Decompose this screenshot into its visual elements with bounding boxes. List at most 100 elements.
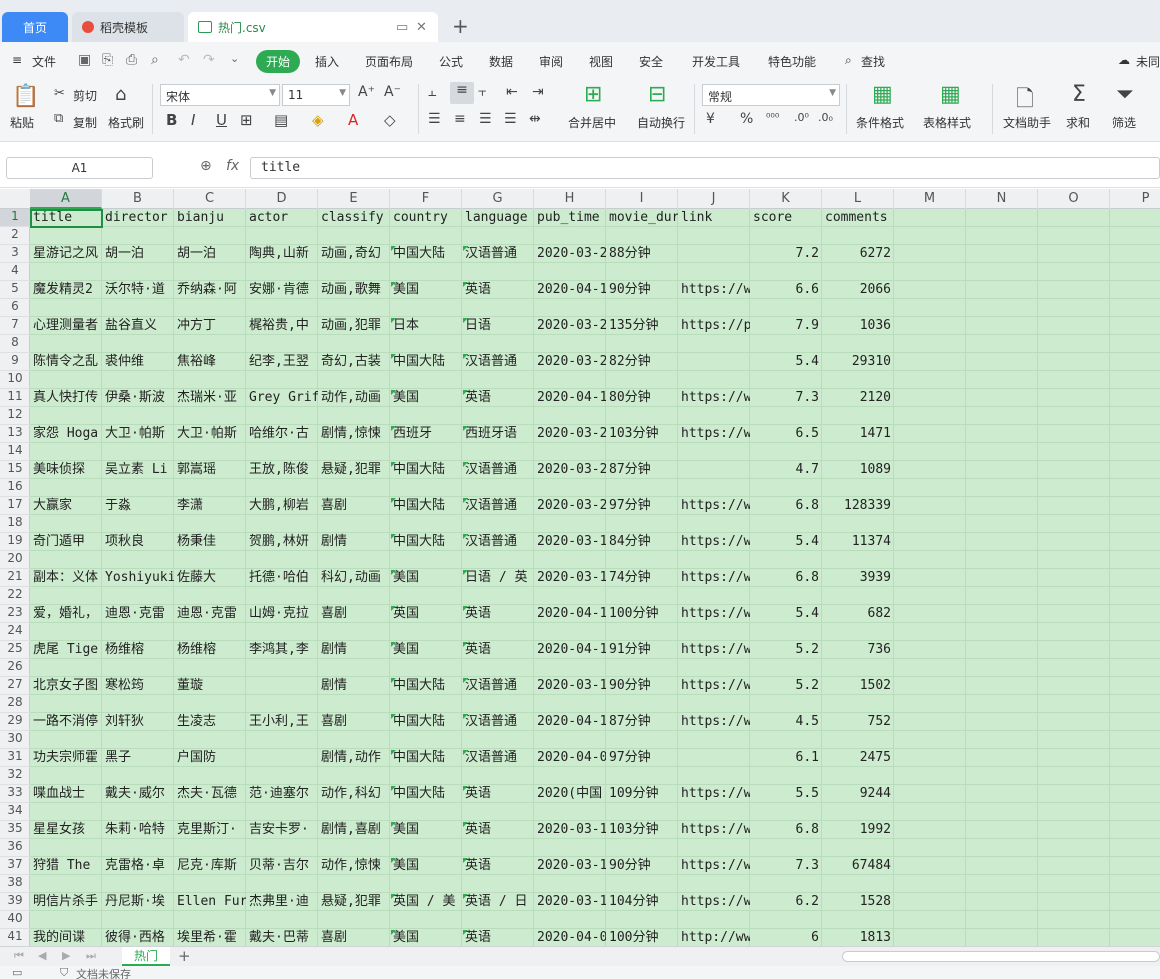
table-cell[interactable]: 迪恩·克雷	[174, 605, 246, 623]
table-cell[interactable]: 戴夫·巴蒂	[246, 929, 318, 946]
table-cell[interactable]: 2020-04-1	[534, 605, 606, 623]
zoom-search-icon[interactable]: ⊕	[200, 158, 212, 174]
table-cell[interactable]: 6.1	[750, 749, 822, 767]
table-cell[interactable]: 英语	[462, 389, 534, 407]
table-cell[interactable]: 中国大陆	[390, 713, 462, 731]
table-cell[interactable]: 2020-03-2	[534, 245, 606, 263]
font-color-icon[interactable]: A	[348, 111, 358, 129]
table-cell[interactable]: https://w	[678, 893, 750, 911]
horizontal-scrollbar[interactable]	[842, 951, 1160, 962]
merge-center-button[interactable]: 合并居中	[568, 114, 616, 131]
table-cell[interactable]: 杨维榕	[174, 641, 246, 659]
table-cell[interactable]: 2020-03-1	[534, 677, 606, 695]
table-cell[interactable]: 杰弗里·迪	[246, 893, 318, 911]
table-cell[interactable]: 中国大陆	[390, 785, 462, 803]
table-cell[interactable]: 英国	[390, 605, 462, 623]
row-header[interactable]: 40	[0, 911, 30, 929]
table-cell[interactable]: 2120	[822, 389, 894, 407]
table-cell[interactable]: 动画,奇幻	[318, 245, 390, 263]
format-painter-button[interactable]: 格式刷	[108, 114, 144, 131]
table-cell[interactable]: 星星女孩	[30, 821, 102, 839]
table-cell[interactable]: 吴立素 Li	[102, 461, 174, 479]
table-cell[interactable]: 5.4	[750, 353, 822, 371]
row-header[interactable]: 27	[0, 677, 30, 695]
font-name-select[interactable]: 宋体 ▼	[160, 84, 280, 106]
table-cell[interactable]: 杰瑞米·亚	[174, 389, 246, 407]
table-cell[interactable]: 1471	[822, 425, 894, 443]
table-cell[interactable]: 1502	[822, 677, 894, 695]
table-cell[interactable]: 英语	[462, 605, 534, 623]
row-header[interactable]: 3	[0, 245, 30, 263]
table-cell[interactable]: 6.8	[750, 497, 822, 515]
formula-input[interactable]: title	[250, 157, 1160, 179]
table-cell[interactable]: 李鸿其,李	[246, 641, 318, 659]
quick-access-dropdown-icon[interactable]: ⌄	[230, 52, 239, 65]
table-cell[interactable]: 2066	[822, 281, 894, 299]
table-cell[interactable]: 哈维尔·古	[246, 425, 318, 443]
redo-icon[interactable]: ↷	[203, 52, 215, 68]
distribute-icon[interactable]: ⇹	[529, 111, 541, 127]
table-cell[interactable]: 日语 / 英	[462, 569, 534, 587]
table-cell[interactable]: 王小利,王	[246, 713, 318, 731]
table-cell[interactable]: 6.5	[750, 425, 822, 443]
row-header[interactable]: 11	[0, 389, 30, 407]
row-header[interactable]: 38	[0, 875, 30, 893]
table-cell[interactable]: 克雷格·卓	[102, 857, 174, 875]
table-cell[interactable]: 尼克·库斯	[174, 857, 246, 875]
table-cell[interactable]: 魔发精灵2	[30, 281, 102, 299]
row-header[interactable]: 15	[0, 461, 30, 479]
fill-color-icon[interactable]: ◈	[312, 111, 324, 129]
table-style-button[interactable]: 表格样式	[923, 114, 971, 131]
border-icon[interactable]: ⊞	[240, 111, 253, 129]
table-cell[interactable]: 喜剧	[318, 929, 390, 946]
table-cell[interactable]: 心理测量者	[30, 317, 102, 335]
table-cell[interactable]: 汉语普通	[462, 353, 534, 371]
row-header[interactable]: 9	[0, 353, 30, 371]
table-cell[interactable]: 97分钟	[606, 749, 678, 767]
sum-button[interactable]: 求和	[1066, 114, 1090, 131]
table-cell[interactable]: 汉语普通	[462, 749, 534, 767]
table-cell[interactable]: 我的间谍	[30, 929, 102, 946]
table-cell[interactable]: 2020-03-2	[534, 425, 606, 443]
table-cell[interactable]: 6.8	[750, 569, 822, 587]
table-cell[interactable]: 5.2	[750, 641, 822, 659]
table-cell[interactable]: 喜剧	[318, 497, 390, 515]
table-cell[interactable]: 90分钟	[606, 281, 678, 299]
row-header[interactable]: 8	[0, 335, 30, 353]
table-cell[interactable]: 剧情,喜剧	[318, 821, 390, 839]
table-cell[interactable]: 埃里希·霍	[174, 929, 246, 946]
table-cell[interactable]: 1813	[822, 929, 894, 946]
row-header[interactable]: 17	[0, 497, 30, 515]
table-cell[interactable]: 寒松筠	[102, 677, 174, 695]
header-cell[interactable]: classify	[318, 209, 390, 227]
menu-tab-security[interactable]: 安全	[639, 53, 663, 70]
table-cell[interactable]: 动作,动画	[318, 389, 390, 407]
table-cell[interactable]: 狩猎 The	[30, 857, 102, 875]
menu-tab-features[interactable]: 特色功能	[768, 53, 816, 70]
table-cell[interactable]: 爱，婚礼，	[30, 605, 102, 623]
header-cell[interactable]: movie_dur	[606, 209, 678, 227]
row-header[interactable]: 12	[0, 407, 30, 425]
save-status[interactable]: 文档未保存	[76, 966, 131, 979]
table-cell[interactable]: 胡一泊	[102, 245, 174, 263]
table-cell[interactable]: 功夫宗师霍	[30, 749, 102, 767]
table-cell[interactable]: http://ww	[678, 929, 750, 946]
column-header-a[interactable]: A	[30, 189, 102, 209]
row-header[interactable]: 25	[0, 641, 30, 659]
table-cell[interactable]: 大卫·帕斯	[102, 425, 174, 443]
sheet-tab-active[interactable]: 热门	[122, 947, 170, 966]
increase-indent-icon[interactable]: ⇥	[532, 84, 544, 100]
cloud-icon[interactable]: ☁	[1118, 53, 1130, 67]
table-cell[interactable]: 彼得·西格	[102, 929, 174, 946]
table-cell[interactable]: 5.2	[750, 677, 822, 695]
increase-font-icon[interactable]: A⁺	[358, 84, 375, 100]
row-header[interactable]: 20	[0, 551, 30, 569]
underline-button[interactable]: U	[216, 111, 227, 129]
table-cell[interactable]: 英国 / 美	[390, 893, 462, 911]
header-cell[interactable]: score	[750, 209, 822, 227]
table-cell[interactable]: 2020-03-1	[534, 569, 606, 587]
table-cell[interactable]	[678, 353, 750, 371]
table-cell[interactable]: 大赢家	[30, 497, 102, 515]
header-cell[interactable]: comments	[822, 209, 894, 227]
row-header[interactable]: 34	[0, 803, 30, 821]
